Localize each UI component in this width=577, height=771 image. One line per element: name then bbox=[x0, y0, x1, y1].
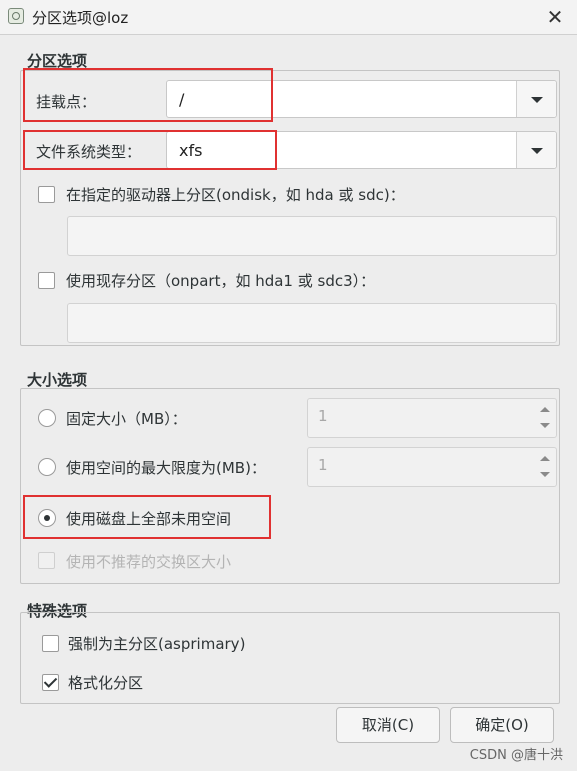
cancel-button-label: 取消(C) bbox=[361, 716, 415, 734]
fs-type-highlight bbox=[23, 130, 277, 170]
spin-down-icon[interactable] bbox=[538, 468, 552, 482]
chevron-down-icon[interactable] bbox=[516, 81, 556, 117]
ok-button-label: 确定(O) bbox=[475, 716, 529, 734]
swap-size-label: 使用不推荐的交换区大小 bbox=[66, 553, 232, 571]
window-title: 分区选项@loz bbox=[32, 9, 129, 27]
spin-up-icon[interactable] bbox=[538, 403, 552, 417]
chevron-down-icon[interactable] bbox=[516, 132, 556, 168]
fill-disk-highlight bbox=[23, 495, 271, 539]
ondisk-checkbox[interactable] bbox=[38, 186, 55, 203]
app-icon bbox=[8, 8, 24, 24]
ondisk-input[interactable] bbox=[67, 216, 557, 256]
fixed-size-value[interactable]: 1 bbox=[318, 407, 328, 425]
swap-size-checkbox[interactable] bbox=[38, 552, 55, 569]
close-button[interactable]: ✕ bbox=[542, 5, 568, 29]
max-size-label: 使用空间的最大限度为(MB)： bbox=[66, 459, 266, 477]
format-label: 格式化分区 bbox=[68, 674, 144, 692]
watermark: CSDN @唐十洪 bbox=[469, 748, 563, 763]
fixed-size-spinner[interactable]: 1 bbox=[307, 398, 557, 438]
onpart-input[interactable] bbox=[67, 303, 557, 343]
max-size-spinner[interactable]: 1 bbox=[307, 447, 557, 487]
title-bar: 分区选项@loz ✕ bbox=[0, 0, 577, 35]
format-checkbox[interactable] bbox=[42, 674, 59, 691]
onpart-label: 使用现存分区（onpart，如 hda1 或 sdc3）： bbox=[66, 272, 376, 290]
asprimary-label: 强制为主分区(asprimary) bbox=[68, 635, 246, 653]
asprimary-checkbox[interactable] bbox=[42, 635, 59, 652]
ondisk-label: 在指定的驱动器上分区(ondisk，如 hda 或 sdc)： bbox=[66, 186, 405, 204]
cancel-button[interactable]: 取消(C) bbox=[336, 707, 440, 743]
max-size-value[interactable]: 1 bbox=[318, 456, 328, 474]
mount-point-highlight bbox=[23, 68, 273, 122]
fixed-size-label: 固定大小（MB）： bbox=[66, 410, 187, 428]
size-options-title: 大小选项 bbox=[27, 371, 88, 389]
spin-down-icon[interactable] bbox=[538, 419, 552, 433]
fixed-size-radio[interactable] bbox=[38, 409, 56, 427]
spin-up-icon[interactable] bbox=[538, 452, 552, 466]
max-size-radio[interactable] bbox=[38, 458, 56, 476]
onpart-checkbox[interactable] bbox=[38, 272, 55, 289]
ok-button[interactable]: 确定(O) bbox=[450, 707, 554, 743]
